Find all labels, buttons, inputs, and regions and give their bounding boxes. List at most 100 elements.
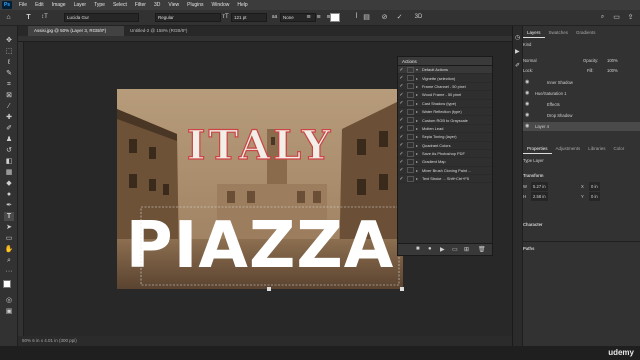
transform-handle[interactable] [400, 287, 404, 291]
action-item[interactable]: ✓ ▸ Save As Photoshop PDF [398, 150, 492, 159]
text-color-swatch[interactable] [330, 13, 340, 22]
3d-icon[interactable]: 3D [414, 13, 423, 22]
action-item[interactable]: ✓ ▸ Quadrant Colors [398, 142, 492, 150]
dialog-toggle-icon[interactable] [407, 83, 414, 90]
history-icon[interactable]: ◷ [515, 34, 520, 41]
tab-assisi[interactable]: Assisi.jpg @ 50% (Layer 3, RGB/8*) [28, 26, 124, 36]
check-icon[interactable]: ✓ [398, 83, 405, 89]
font-family-select[interactable]: Lucida Gur [64, 13, 139, 22]
pen-tool-icon[interactable]: ✒ [4, 201, 14, 210]
play-icon[interactable]: ▶ [440, 246, 445, 253]
tab-swatches[interactable]: Swatches [545, 28, 573, 38]
stop-icon[interactable]: ■ [416, 246, 420, 252]
search-icon[interactable]: ⌕ [598, 13, 607, 22]
check-icon[interactable]: ✓ [398, 100, 405, 106]
action-item[interactable]: ✓ ▸ Sepia Toning (layer) [398, 133, 492, 142]
check-icon[interactable]: ✓ [398, 75, 405, 81]
tab-layers[interactable]: Layers [523, 28, 545, 38]
check-icon[interactable]: ✓ [398, 109, 405, 115]
tab-untitled-2[interactable]: Untitled-2 @ 158% (RGB/8*) [124, 26, 204, 36]
menu-window[interactable]: Window [208, 2, 234, 8]
layer-row[interactable]: ◉ Effects [523, 100, 640, 109]
action-set[interactable]: ✓ ▾ Default Actions [398, 66, 492, 75]
check-icon[interactable]: ✓ [398, 176, 405, 182]
dialog-toggle-icon[interactable] [407, 100, 414, 107]
action-item[interactable]: ✓ ▸ Frame Channel - 50 pixel [398, 83, 492, 92]
blur-tool-icon[interactable]: ◆ [4, 179, 14, 188]
menu-file[interactable]: File [15, 2, 31, 8]
healing-tool-icon[interactable]: ✚ [4, 113, 14, 122]
h-field[interactable]: 2.58 in [531, 192, 548, 201]
eraser-tool-icon[interactable]: ◧ [4, 157, 14, 166]
transform-handle[interactable] [267, 287, 271, 291]
commit-icon[interactable]: ✓ [395, 13, 404, 22]
trash-icon[interactable]: 🗑 [478, 246, 486, 253]
dodge-tool-icon[interactable]: ● [4, 190, 14, 199]
dialog-toggle-icon[interactable] [407, 175, 414, 182]
dialog-toggle-icon[interactable] [407, 66, 414, 73]
layer-row[interactable]: ◉ Drop Shadow [523, 111, 640, 120]
more-tools-icon[interactable]: ··· [4, 267, 14, 276]
check-icon[interactable]: ✓ [398, 167, 405, 173]
menu-3d[interactable]: 3D [150, 2, 164, 8]
menu-help[interactable]: Help [233, 2, 251, 8]
new-set-icon[interactable]: ▭ [452, 246, 458, 253]
align-center-icon[interactable]: ≡ [314, 13, 323, 22]
menu-select[interactable]: Select [109, 2, 131, 8]
screen-mode-icon[interactable]: ▣ [4, 307, 14, 316]
cancel-icon[interactable]: ⊘ [380, 13, 389, 22]
w-field[interactable]: 5.27 in [531, 182, 548, 191]
check-icon[interactable]: ✓ [398, 142, 405, 148]
tab-color[interactable]: Color [610, 144, 629, 154]
check-icon[interactable]: ✓ [398, 151, 405, 157]
dialog-toggle-icon[interactable] [407, 158, 414, 165]
check-icon[interactable]: ✓ [398, 67, 405, 73]
path-select-icon[interactable]: ➤ [4, 223, 14, 232]
check-icon[interactable]: ✓ [398, 92, 405, 98]
action-item[interactable]: ✓ ▸ Mixer Brush Cloning Paint ... [398, 167, 492, 176]
menu-edit[interactable]: Edit [31, 2, 48, 8]
type-tool-icon[interactable]: T [4, 212, 14, 221]
dialog-toggle-icon[interactable] [407, 125, 414, 132]
frame-tool-icon[interactable]: ⊠ [4, 91, 14, 100]
dialog-toggle-icon[interactable] [407, 91, 414, 98]
action-item[interactable]: ✓ ▸ Text Stroke ... Shft+Ctrl+F5 [398, 175, 492, 184]
paths-title[interactable]: Paths [523, 244, 640, 253]
eye-icon[interactable]: ◉ [525, 111, 529, 120]
action-item[interactable]: ✓ ▸ Wood Frame - 50 pixel [398, 91, 492, 100]
stamp-tool-icon[interactable]: ♟ [4, 135, 14, 144]
x-field[interactable]: 0 in [589, 182, 600, 191]
layer-row[interactable]: ◉ Layer 4 [523, 122, 640, 131]
eye-icon[interactable]: ◉ [525, 100, 529, 109]
eyedropper-tool-icon[interactable]: ⁄ [4, 102, 14, 111]
opacity-value[interactable]: 100% [607, 56, 618, 65]
move-tool-icon[interactable]: ✥ [4, 36, 14, 45]
hand-tool-icon[interactable]: ✋ [4, 245, 14, 254]
align-left-icon[interactable]: ≡ [304, 13, 313, 22]
tab-properties[interactable]: Properties [523, 144, 552, 154]
menu-layer[interactable]: Layer [70, 2, 91, 8]
actions-icon[interactable]: ▶ [515, 48, 520, 55]
tab-adjustments[interactable]: Adjustments [552, 144, 585, 154]
check-icon[interactable]: ✓ [398, 125, 405, 131]
action-item[interactable]: ✓ ▸ Molten Lead [398, 125, 492, 134]
gradient-tool-icon[interactable]: ▦ [4, 168, 14, 177]
home-icon[interactable]: ⌂ [4, 13, 13, 22]
check-icon[interactable]: ✓ [398, 134, 405, 140]
share-icon[interactable]: ⇪ [626, 13, 635, 22]
font-size-select[interactable]: 121 pt [231, 13, 267, 22]
eye-icon[interactable]: ◉ [525, 122, 529, 131]
dialog-toggle-icon[interactable] [407, 167, 414, 174]
check-icon[interactable]: ✓ [398, 159, 405, 165]
menu-type[interactable]: Type [90, 2, 109, 8]
action-item[interactable]: ✓ ▸ Custom RGB to Grayscale [398, 116, 492, 125]
type-tool-icon[interactable]: T [24, 13, 33, 22]
tab-gradients[interactable]: Gradients [572, 28, 600, 38]
history-brush-icon[interactable]: ↺ [4, 146, 14, 155]
text-orientation-icon[interactable]: ↕T [40, 13, 49, 22]
zoom-tool-icon[interactable]: ⌕ [4, 256, 14, 265]
layer-row[interactable]: ◉ Hue/Saturation 1 [523, 89, 640, 98]
filter-kind[interactable]: Kind [523, 40, 640, 49]
font-style-select[interactable]: Regular [155, 13, 221, 22]
y-field[interactable]: 0 in [589, 192, 600, 201]
